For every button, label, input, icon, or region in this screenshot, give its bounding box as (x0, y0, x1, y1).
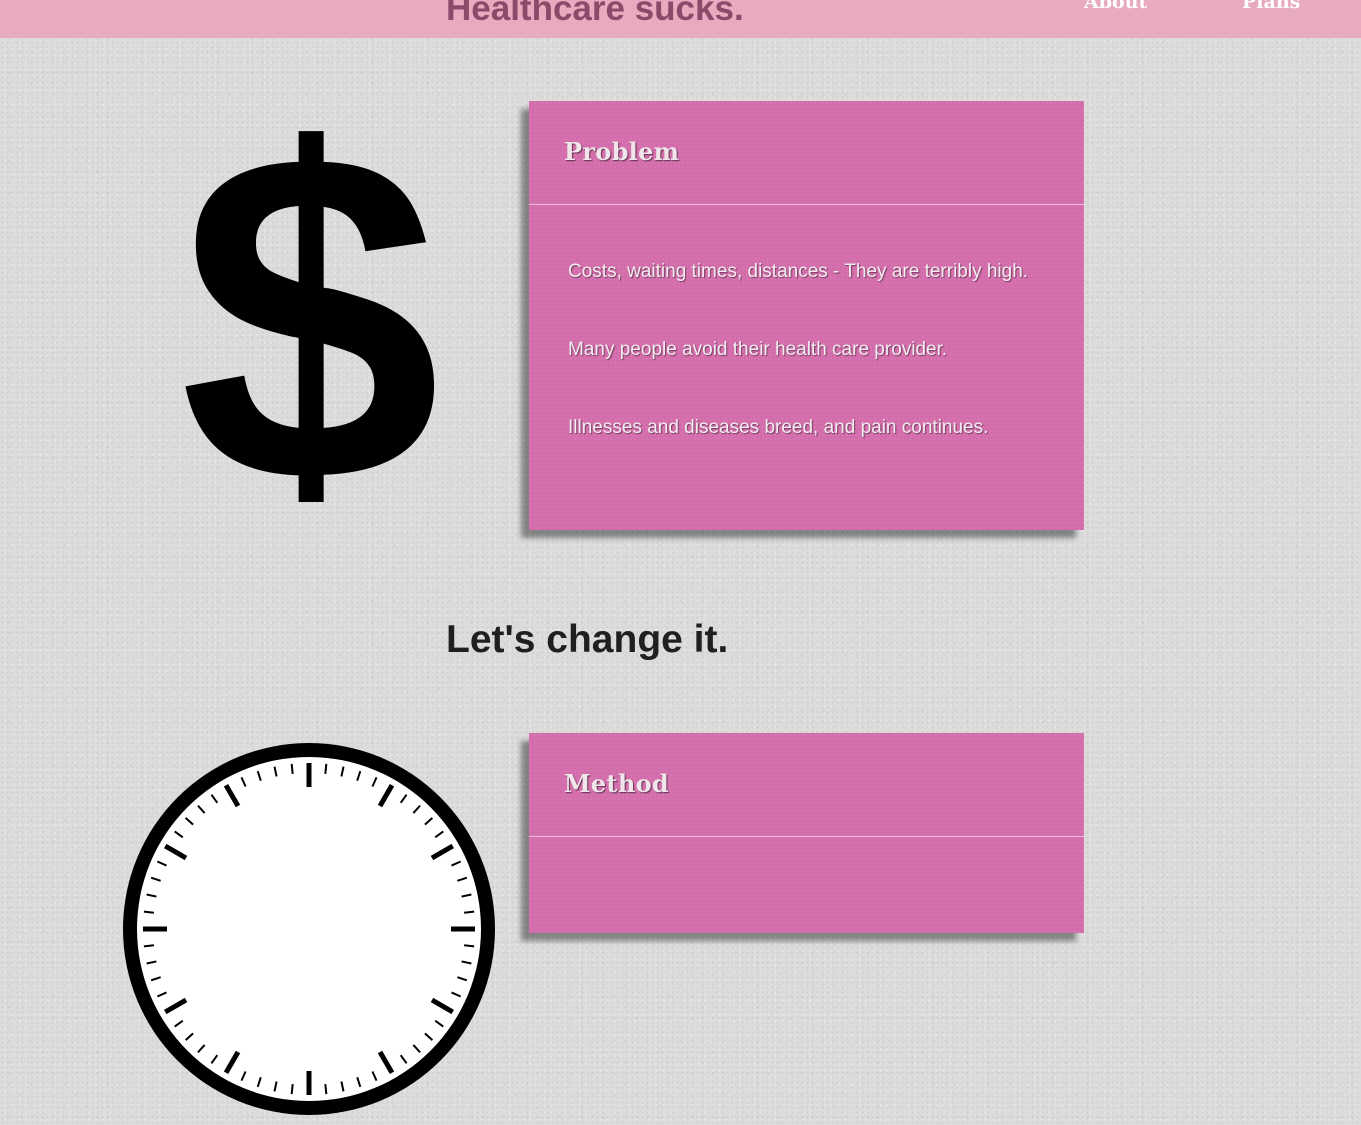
clock-tick (290, 763, 294, 774)
clock-icon (123, 743, 495, 1115)
call-to-action-heading: Let's change it. (446, 618, 729, 661)
clock-tick (324, 763, 328, 774)
clock-tick (464, 910, 475, 914)
clock-tick (143, 910, 154, 914)
clock-tick (464, 944, 475, 948)
nav-link-plans[interactable]: Plans (1242, 0, 1300, 17)
clock-tick (324, 1084, 328, 1095)
problem-title: Problem (564, 137, 680, 166)
problem-line: Costs, waiting times, distances - They a… (568, 261, 1029, 282)
site-title: Healthcare sucks. (446, 0, 744, 28)
problem-line: Many people avoid their health care prov… (568, 339, 948, 360)
problem-card-header: Problem (529, 101, 1084, 205)
svg-text:$: $ (179, 100, 440, 502)
problem-card: Problem Costs, waiting times, distances … (529, 101, 1084, 530)
method-card-header: Method (529, 733, 1084, 837)
method-card: Method (529, 733, 1084, 933)
dollar-sign-icon: $ (179, 100, 440, 502)
clock-tick (290, 1084, 294, 1095)
nav-link-about[interactable]: About (1084, 0, 1147, 17)
problem-line: Illnesses and diseases breed, and pain c… (568, 417, 989, 438)
method-title: Method (564, 769, 669, 798)
clock-tick (143, 944, 154, 948)
top-bar: Healthcare sucks. About Plans (0, 0, 1361, 38)
